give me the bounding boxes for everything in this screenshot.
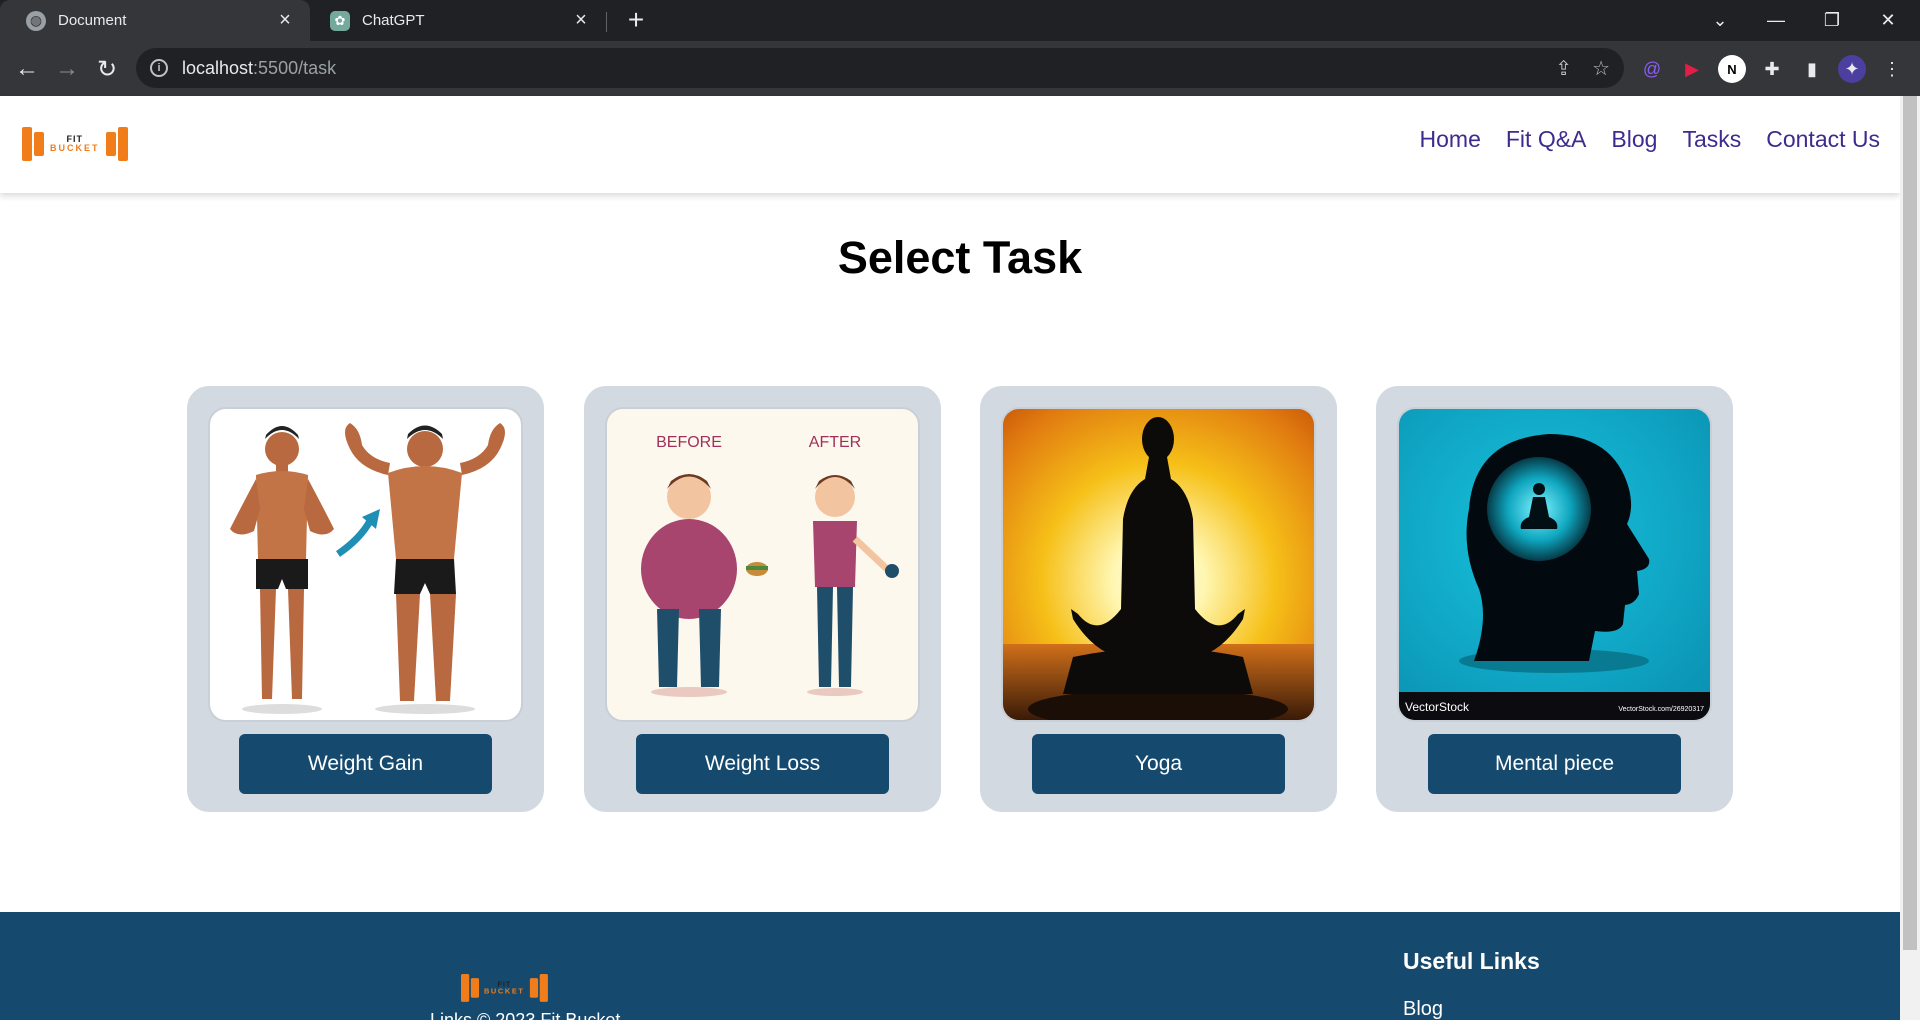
browser-tab-bar: ◍ Document × ✿ ChatGPT × + ⌄ — ❐ ✕	[0, 0, 1920, 41]
yoga-silhouette	[1003, 409, 1314, 720]
forward-icon[interactable]: →	[49, 51, 85, 87]
extension-n-icon[interactable]: N	[1718, 55, 1746, 83]
nav-blog[interactable]: Blog	[1611, 126, 1657, 153]
logo-words: FIT BUCKET	[483, 980, 525, 996]
site-info-icon[interactable]: i	[150, 59, 168, 77]
logo-bar	[34, 132, 44, 156]
logo-word-bucket: BUCKET	[483, 987, 525, 996]
nav-contact-us[interactable]: Contact Us	[1766, 126, 1880, 153]
logo-words: FIT BUCKET	[50, 135, 100, 153]
browser-toolbar: ← → ↻ i localhost :5500/task ⇪ ☆ @ ▶ N ✚…	[0, 41, 1920, 96]
task-card-weight-gain: Weight Gain	[187, 386, 544, 812]
restore-icon[interactable]: ❐	[1804, 0, 1860, 41]
close-window-icon[interactable]: ✕	[1860, 0, 1916, 41]
before-after-illustration: BEFORE AFTER	[641, 434, 899, 697]
logo-word-bucket: BUCKET	[50, 143, 100, 153]
weight-loss-image: BEFORE AFTER	[605, 407, 920, 722]
tab-search-icon[interactable]: ⌄	[1692, 0, 1748, 41]
nav-tasks[interactable]: Tasks	[1682, 126, 1741, 153]
side-panel-icon[interactable]: ▮	[1798, 55, 1826, 83]
logo-bar	[22, 127, 32, 161]
useful-links-title: Useful Links	[1403, 948, 1540, 974]
tab-title: ChatGPT	[362, 12, 425, 29]
reload-icon[interactable]: ↻	[89, 51, 125, 87]
page-title: Select Task	[837, 232, 1083, 283]
minimize-icon[interactable]: —	[1748, 0, 1804, 41]
task-card-mental-piece: VectorStock VectorStock.com/26920317 Men…	[1376, 386, 1733, 812]
meditation-head: VectorStock VectorStock.com/26920317	[1399, 409, 1710, 720]
weight-gain-image	[208, 407, 523, 722]
close-tab-icon[interactable]: ×	[274, 9, 296, 32]
yoga-image	[1001, 407, 1316, 722]
weight-gain-button[interactable]: Weight Gain	[239, 734, 492, 794]
mental-piece-label: Mental piece	[1494, 752, 1615, 775]
weight-gain-label: Weight Gain	[307, 752, 424, 775]
before-caption: BEFORE	[656, 434, 722, 451]
footer-copyright: Links © 2023 Fit Bucket	[430, 1010, 621, 1030]
yoga-label: Yoga	[1134, 752, 1183, 775]
site-footer: FIT BUCKET Links © 2023 Fit Bucket Usefu…	[0, 912, 1900, 1030]
logo-bar	[117, 127, 128, 161]
nav-fit-qa[interactable]: Fit Q&A	[1506, 126, 1587, 153]
logo-bar	[105, 132, 116, 156]
weight-loss-label: Weight Loss	[704, 752, 821, 775]
browser-tab-document[interactable]: ◍ Document ×	[0, 0, 310, 41]
vectorstock-watermark: VectorStock	[1405, 700, 1470, 714]
share-icon[interactable]: ⇪	[1555, 56, 1572, 81]
bookmark-star-icon[interactable]: ☆	[1592, 56, 1610, 81]
site-logo[interactable]: FIT BUCKET	[22, 127, 128, 161]
extension-play-icon[interactable]: ▶	[1678, 55, 1706, 83]
muscle-gain-illustration	[230, 423, 505, 714]
logo-bar	[470, 978, 480, 998]
extensions-puzzle-icon[interactable]: ✚	[1758, 55, 1786, 83]
logo-bar	[529, 978, 538, 998]
logo-bar	[539, 974, 548, 1002]
after-caption: AFTER	[809, 434, 861, 451]
footer-logo[interactable]: FIT BUCKET	[461, 974, 548, 1002]
yoga-button[interactable]: Yoga	[1032, 734, 1285, 794]
logo-bar	[461, 974, 470, 1002]
extension-icon[interactable]: @	[1638, 55, 1666, 83]
nav-home[interactable]: Home	[1420, 126, 1481, 153]
address-bar[interactable]: i localhost :5500/task ⇪ ☆	[136, 48, 1624, 88]
new-tab-icon[interactable]: +	[620, 4, 652, 36]
task-card-weight-loss: BEFORE AFTER Weight Loss	[584, 386, 941, 812]
browser-tab-chatgpt[interactable]: ✿ ChatGPT ×	[310, 0, 606, 41]
browser-menu-icon[interactable]: ⋮	[1878, 55, 1906, 83]
tab-separator	[606, 12, 607, 32]
profile-avatar[interactable]: ✦	[1838, 55, 1866, 83]
tab-title: Document	[58, 12, 127, 29]
mental-piece-button[interactable]: Mental piece	[1428, 734, 1681, 794]
page-scrollbar-thumb[interactable]	[1903, 96, 1917, 950]
footer-link-blog[interactable]: Blog	[1403, 998, 1443, 1021]
back-icon[interactable]: ←	[9, 51, 45, 87]
main-nav: Home Fit Q&A Blog Tasks Contact Us	[1420, 126, 1880, 153]
url-host: localhost	[182, 57, 254, 78]
close-tab-icon[interactable]: ×	[570, 9, 592, 32]
vectorstock-id-watermark: VectorStock.com/26920317	[1618, 706, 1704, 713]
mental-piece-image: VectorStock VectorStock.com/26920317	[1397, 407, 1712, 722]
weight-loss-button[interactable]: Weight Loss	[636, 734, 889, 794]
site-header: FIT BUCKET Home Fit Q&A Blog Tasks Conta…	[0, 96, 1900, 193]
chatgpt-icon: ✿	[330, 10, 350, 31]
globe-icon: ◍	[26, 10, 46, 31]
url-path: :5500/task	[253, 57, 337, 78]
task-card-yoga: Yoga	[980, 386, 1337, 812]
